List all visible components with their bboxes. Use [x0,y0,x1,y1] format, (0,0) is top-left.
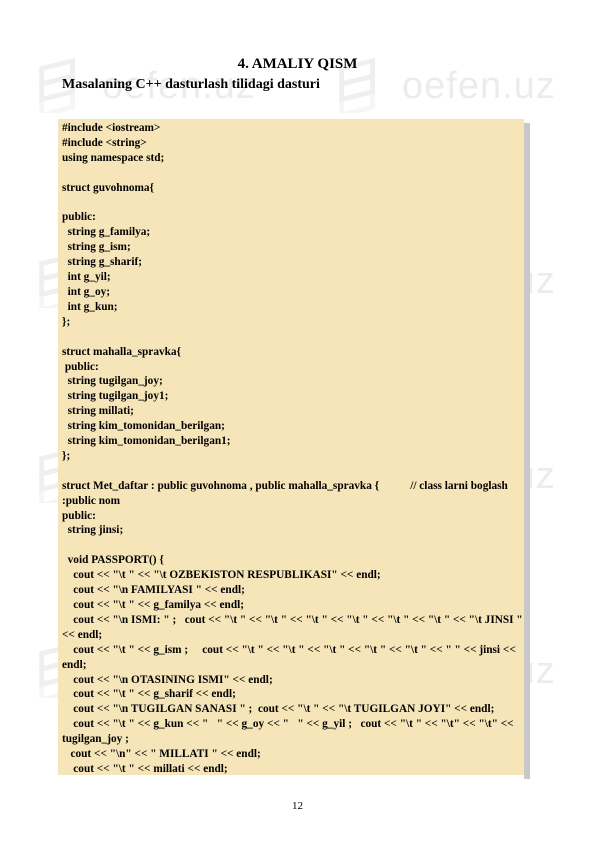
code-line: struct Met_daftar : public guvohnoma , p… [62,479,533,509]
code-lines-container: #include <iostream>#include <string>usin… [62,121,533,777]
code-line [62,464,533,479]
code-line: cout << "\t " << millati << endl; [62,762,533,777]
code-line: cout << "\n FAMILYASI " << endl; [62,583,533,598]
code-line: string tugilgan_joy; [62,374,533,389]
code-line: public: [62,210,533,225]
code-line: int g_oy; [62,285,533,300]
code-line [62,330,533,345]
code-line: cout << "\n TUGILGAN SANASI " ; cout << … [62,702,533,717]
code-line: int g_kun; [62,300,533,315]
code-line: string kim_tomonidan_berilgan; [62,419,533,434]
section-heading: 4. AMALIY QISM [62,56,533,73]
code-line: public: [62,509,533,524]
code-line [62,166,533,181]
code-line: string g_ism; [62,240,533,255]
code-line: cout << "\t " << "\t OZBEKISTON RESPUBLI… [62,568,533,583]
code-line: cout << "\t " << g_ism ; cout << "\t " <… [62,643,533,673]
code-line: string tugilgan_joy1; [62,389,533,404]
code-line: int g_yil; [62,270,533,285]
code-line: }; [62,449,533,464]
code-line: cout << "\n OTASINING ISMI" << endl; [62,673,533,688]
code-line [62,538,533,553]
page-number: 12 [0,800,595,812]
code-line: string millati; [62,404,533,419]
code-line: cout << "\t " << g_kun << " " << g_oy <<… [62,717,533,747]
code-line: #include <string> [62,136,533,151]
code-line: using namespace std; [62,151,533,166]
code-line: string g_sharif; [62,255,533,270]
code-line: string g_familya; [62,225,533,240]
code-line: cout << "\n ISMI: " ; cout << "\t " << "… [62,613,533,643]
code-block: #include <iostream>#include <string>usin… [62,121,533,777]
code-line: string kim_tomonidan_berilgan1; [62,434,533,449]
code-line: }; [62,315,533,330]
code-line: cout << "\n" << " MILLATI " << endl; [62,747,533,762]
code-line: void PASSPORT() { [62,553,533,568]
code-line: struct guvohnoma{ [62,181,533,196]
code-line: cout << "\t " << g_sharif << endl; [62,687,533,702]
code-line: cout << "\t " << g_familya << endl; [62,598,533,613]
code-line: #include <iostream> [62,121,533,136]
code-line: string jinsi; [62,523,533,538]
page-content: 4. AMALIY QISM Masalaning C++ dasturlash… [0,0,595,797]
code-line: struct mahalla_spravka{ [62,345,533,360]
code-line: public: [62,360,533,375]
section-subheading: Masalaning C++ dasturlash tilidagi dastu… [62,77,533,93]
code-line [62,196,533,211]
